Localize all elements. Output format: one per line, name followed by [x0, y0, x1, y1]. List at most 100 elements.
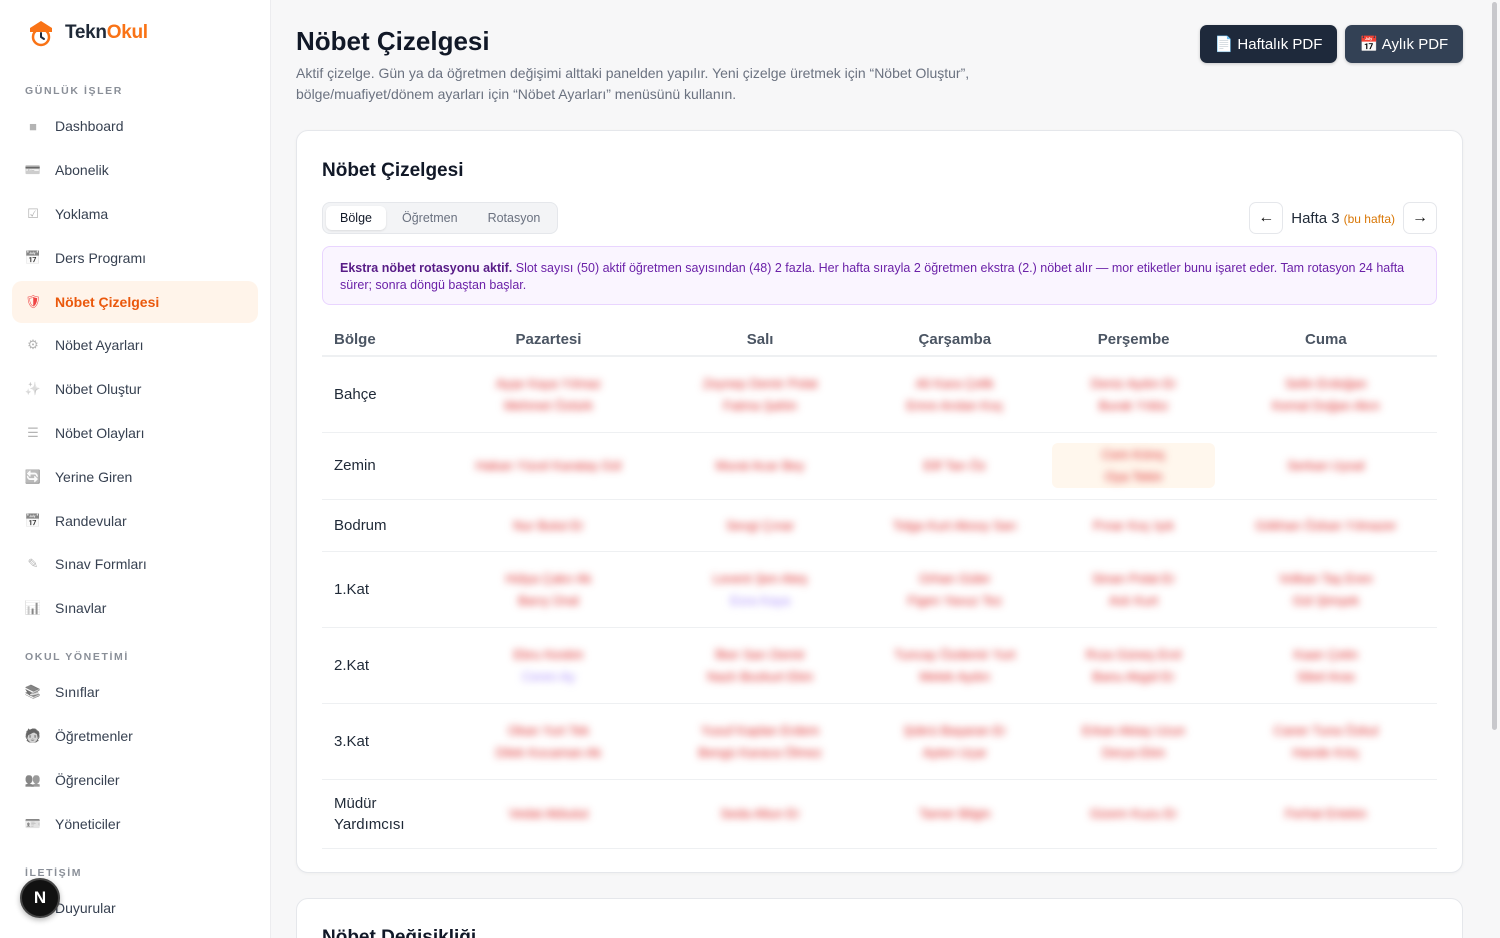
- sidebar-item-nöbet-olayları[interactable]: ☰ Nöbet Olayları: [12, 412, 258, 454]
- tab-rotasyon[interactable]: Rotasyon: [474, 206, 555, 230]
- duty-cell[interactable]: Ayşe Kaya Yılmaz Mehmet Öztürk: [434, 356, 663, 433]
- duty-cell[interactable]: Sinan Polat Er Aslı Kurt: [1052, 551, 1215, 628]
- table-header-row: Bölge Pazartesi Salı Çarşamba Perşembe C…: [322, 321, 1437, 357]
- id-card-icon: 🪪: [24, 816, 42, 831]
- teacher-name: Orhan Güler: [919, 570, 991, 586]
- sidebar-item-sınav-formları[interactable]: ✎ Sınav Formları: [12, 543, 258, 585]
- teacher-name: Rıza Güneş Erol: [1085, 646, 1182, 662]
- duty-cell[interactable]: Şükrü Başaran Er Ayten Uçar: [857, 703, 1053, 780]
- duty-cell[interactable]: Murat Acar Bey: [662, 432, 858, 500]
- col-header-thursday: Perşembe: [1052, 321, 1215, 357]
- teacher-name: Aslı Kurt: [1109, 592, 1159, 608]
- sidebar-item-label: Yerine Giren: [55, 469, 133, 485]
- zone-cell: Bahçe: [322, 356, 434, 433]
- swap-icon: 🔄: [24, 469, 42, 484]
- teacher-name: Kaan Çetin: [1293, 646, 1359, 662]
- next-dev-badge[interactable]: N: [20, 878, 60, 918]
- duty-cell[interactable]: Pınar Koç Işık: [1052, 499, 1215, 552]
- duty-cell[interactable]: Vedat Akbulut: [434, 779, 663, 849]
- duty-cell[interactable]: Hülya Çakır Ak Barış Ünal: [434, 551, 663, 628]
- duty-cell[interactable]: Zeynep Demir Polat Fatma Şahin: [662, 356, 858, 433]
- zone-cell: 1.Kat: [322, 551, 434, 628]
- duty-cell[interactable]: Sevgi Çınar: [662, 499, 858, 552]
- teacher-name: Levent Şen Ateş: [712, 570, 808, 586]
- duty-cell[interactable]: Serkan Uysal: [1214, 432, 1437, 500]
- duty-cell[interactable]: Levent Şen Ateş Esra Kaya: [662, 551, 858, 628]
- duty-cell[interactable]: Ali Kara Çelik Emre Arslan Koç: [857, 356, 1053, 433]
- duty-cell[interactable]: Tuncay Özdemir Yurt Melek Aydın: [857, 627, 1053, 704]
- teacher-name: Barış Ünal: [518, 592, 579, 608]
- duty-cell[interactable]: Cem Kılınç Oya Tekin: [1052, 432, 1215, 500]
- duty-cell[interactable]: Ferhat Ertekin: [1214, 779, 1437, 849]
- duty-cell[interactable]: Tamer Bilgin: [857, 779, 1053, 849]
- teacher-name: Yusuf Kaplan Erdem: [700, 722, 820, 738]
- sparkle-icon: ✨: [24, 381, 42, 396]
- teacher-name: Burak Yıldız: [1098, 397, 1169, 413]
- sidebar-item-sınavlar[interactable]: 📊 Sınavlar: [12, 587, 258, 629]
- sidebar-item-sınıflar[interactable]: 📚 Sınıflar: [12, 671, 258, 713]
- sidebar-item-label: Yoklama: [55, 206, 109, 222]
- col-header-tuesday: Salı: [662, 321, 858, 357]
- duty-cell[interactable]: Selin Erdoğan Kemal Doğan Akın: [1214, 356, 1437, 433]
- tab-ogretmen[interactable]: Öğretmen: [388, 206, 472, 230]
- duty-cell[interactable]: Rıza Güneş Erol Banu Akgül Er: [1052, 627, 1215, 704]
- tab-bolge[interactable]: Bölge: [326, 206, 386, 230]
- sidebar-item-nöbet-ayarları[interactable]: ⚙ Nöbet Ayarları: [12, 324, 258, 366]
- teacher-name: Hakan Yücel Karataş Gül: [475, 458, 622, 473]
- monthly-pdf-button[interactable]: 📅 Aylık PDF: [1345, 25, 1463, 63]
- view-tabs: Bölge Öğretmen Rotasyon: [322, 202, 559, 234]
- duty-cell[interactable]: Tolga Kurt Aksoy Sarı: [857, 499, 1053, 552]
- teacher-name: Dilek Kocaman Ak: [495, 744, 602, 760]
- duty-cell[interactable]: Yusuf Kaplan Erdem Bengü Karaca Ölmez: [662, 703, 858, 780]
- brand[interactable]: TeknOkul: [27, 18, 148, 48]
- page-subtitle: Aktif çizelge. Gün ya da öğretmen değişi…: [296, 65, 970, 102]
- week-label: Hafta 3 (bu hafta): [1291, 209, 1395, 227]
- table-row: Zemin Hakan Yücel Karataş Gül Murat Acar B…: [322, 432, 1437, 500]
- duty-cell[interactable]: Nur Bulut Er: [434, 499, 663, 552]
- duty-cell[interactable]: Okan Yurt Tek Dilek Kocaman Ak: [434, 703, 663, 780]
- teacher-name: Pınar Koç Işık: [1093, 517, 1175, 533]
- pencil-icon: ✎: [27, 556, 39, 571]
- duty-cell[interactable]: Gizem Kuzu Er: [1052, 779, 1215, 849]
- duty-cell[interactable]: İlker Sarı Demir Nazlı Bozkurt Ekin: [662, 627, 858, 704]
- teacher-name: İlker Sarı Demir: [714, 646, 806, 662]
- duty-cell[interactable]: Seda Altun Er: [662, 779, 858, 849]
- current-week-tag: (bu hafta): [1343, 211, 1395, 226]
- sidebar-item-randevular[interactable]: 📅 Randevular: [12, 500, 258, 542]
- duty-cell[interactable]: Orhan Güler Figen Yavuz Tez: [857, 551, 1053, 628]
- prev-week-button[interactable]: ←: [1249, 202, 1284, 234]
- duty-cell[interactable]: Deniz Aydın Er Burak Yıldız: [1052, 356, 1215, 433]
- duty-cell[interactable]: Ebru Keskin Ceren Ay: [434, 627, 663, 704]
- next-week-button[interactable]: →: [1403, 202, 1437, 234]
- duty-cell[interactable]: Volkan Taş Eren Gül Şimşek: [1214, 551, 1437, 628]
- page-scrollbar[interactable]: [1492, 2, 1497, 730]
- duty-cell[interactable]: Erkan Aktaş Uzun Derya Ekin: [1052, 703, 1215, 780]
- list-icon: ☰: [27, 425, 39, 440]
- duty-cell[interactable]: Elif Tan Öz: [857, 432, 1053, 500]
- sidebar-item-yoklama[interactable]: ☑ Yoklama: [12, 193, 258, 235]
- sidebar-item-abonelik[interactable]: 💳 Abonelik: [12, 149, 258, 191]
- duty-cell[interactable]: Caner Tuna Özkul Hande Kılıç: [1214, 703, 1437, 780]
- teacher-name: Gizem Kuzu Er: [1089, 806, 1178, 821]
- calendar-icon: 📅: [24, 250, 42, 265]
- sidebar-item-öğrenciler[interactable]: 👥 Öğrenciler: [12, 759, 258, 801]
- col-header-friday: Cuma: [1214, 321, 1437, 357]
- duty-cell[interactable]: Hakan Yücel Karataş Gül: [434, 432, 663, 500]
- sidebar-item-dashboard[interactable]: ■ Dashboard: [12, 105, 258, 147]
- sidebar-item-öğretmenler[interactable]: 🧑 Öğretmenler: [12, 715, 258, 757]
- teacher-name: Figen Yavuz Tez: [907, 592, 1003, 608]
- sidebar-item-yöneticiler[interactable]: 🪪 Yöneticiler: [12, 803, 258, 845]
- sidebar-item-yerine-giren[interactable]: 🔄 Yerine Giren: [12, 456, 258, 498]
- duty-cell[interactable]: Gökhan Özkan Yılmazer: [1214, 499, 1437, 552]
- sidebar-item-nöbet-oluştur[interactable]: ✨ Nöbet Oluştur: [12, 368, 258, 410]
- sidebar: TeknOkul GÜNLÜK İŞLER OKUL YÖNETİMİ İLET…: [0, 0, 271, 938]
- teacher-name: Nazlı Bozkurt Ekin: [706, 668, 814, 684]
- sidebar-item-label: Sınıflar: [55, 684, 100, 700]
- teacher-name: Sevgi Çınar: [726, 517, 795, 533]
- duty-cell[interactable]: Kaan Çetin Sibel Aras: [1214, 627, 1437, 704]
- teacher-name: Tamer Bilgin: [919, 806, 991, 821]
- weekly-pdf-button[interactable]: 📄 Haftalık PDF: [1200, 25, 1337, 63]
- sidebar-item-ders-programı[interactable]: 📅 Ders Programı: [12, 237, 258, 279]
- calendar-icon: 📅: [24, 513, 42, 528]
- sidebar-item-nöbet-çizelgesi[interactable]: 🛡 Nöbet Çizelgesi: [12, 281, 258, 323]
